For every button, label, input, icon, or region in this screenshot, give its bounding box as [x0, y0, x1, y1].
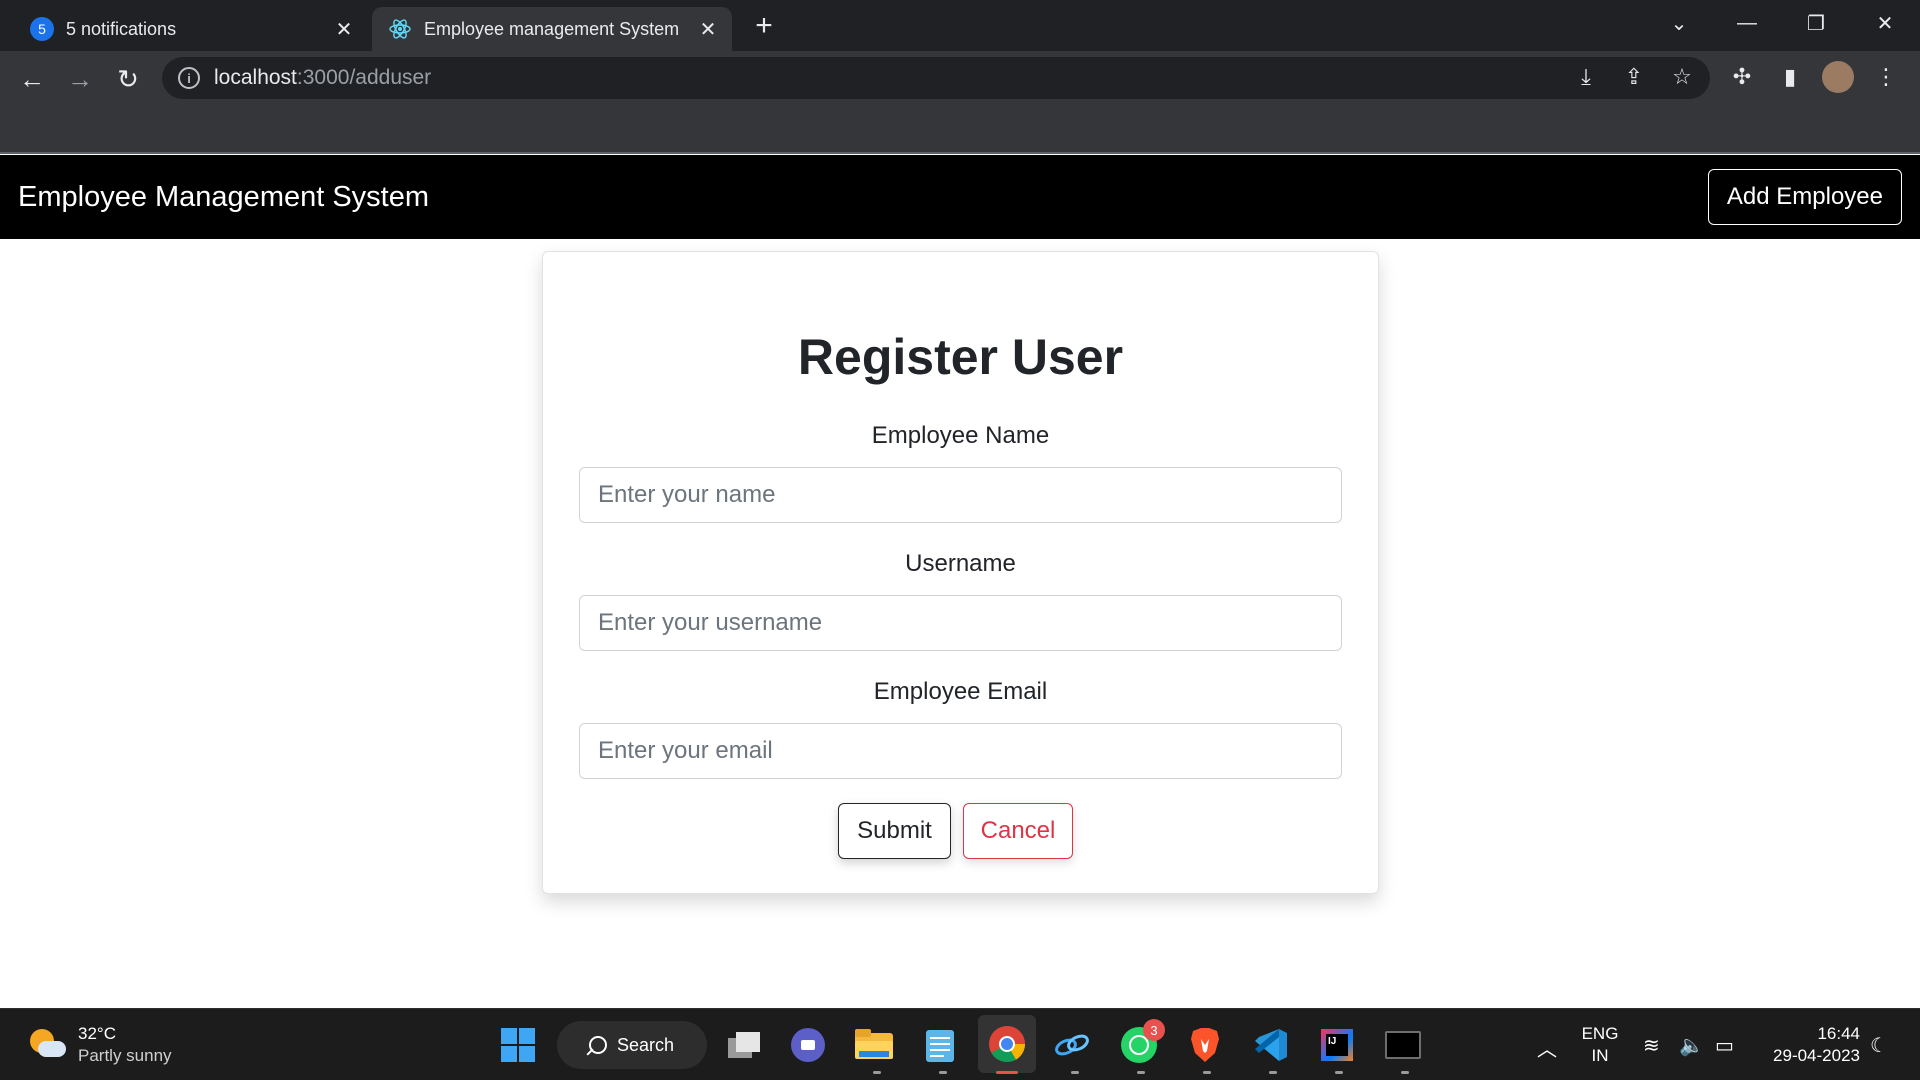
tab-label: 5 notifications — [66, 18, 177, 39]
tab-employee-management[interactable]: Employee management System ✕ — [372, 7, 732, 51]
intellij-icon[interactable]: IJ — [1315, 1023, 1359, 1067]
window-close-icon[interactable]: ✕ — [1865, 8, 1905, 38]
form-title: Register User — [797, 329, 1124, 385]
site-info-icon[interactable]: i — [178, 67, 200, 89]
active-indicator — [996, 1071, 1018, 1074]
tab-label: Employee management System — [424, 18, 680, 39]
vscode-icon[interactable] — [1249, 1023, 1293, 1067]
username-input[interactable] — [579, 595, 1342, 651]
side-panel-icon[interactable]: ▮ — [1772, 59, 1808, 95]
search-icon — [589, 1036, 607, 1054]
running-indicator — [1401, 1071, 1409, 1074]
whatsapp-icon[interactable]: 3 — [1117, 1019, 1165, 1067]
url-path: :3000/adduser — [296, 66, 432, 89]
register-user-card: Register User Employee Name Username Emp… — [542, 251, 1379, 894]
clock-time: 16:44 — [1817, 1024, 1860, 1043]
address-bar[interactable]: i localhost:3000/adduser — [162, 57, 1710, 99]
reload-icon[interactable]: ↻ — [110, 61, 146, 97]
share-icon[interactable]: ⇪ — [1616, 59, 1652, 95]
profile-avatar[interactable] — [1820, 59, 1856, 95]
employee-email-input[interactable] — [579, 723, 1342, 779]
windows-start-icon[interactable] — [496, 1023, 540, 1067]
close-icon[interactable]: ✕ — [330, 15, 358, 43]
running-indicator — [1269, 1071, 1277, 1074]
terminal-icon[interactable] — [1381, 1023, 1425, 1067]
running-indicator — [1137, 1071, 1145, 1074]
notification-moon-icon[interactable]: ☾ — [1870, 1033, 1888, 1058]
language-code: ENG — [1581, 1024, 1619, 1043]
employee-name-label: Employee Name — [871, 422, 1050, 449]
browser-toolbar: ← → ↻ i localhost:3000/adduser ⤓ ⇪ ☆ ✣ ▮… — [0, 51, 1920, 105]
browser-tab-bar: 5 5 notifications ✕ Employee management … — [0, 0, 1920, 51]
running-indicator — [939, 1071, 947, 1074]
tab-notifications[interactable]: 5 5 notifications ✕ — [18, 7, 368, 51]
volume-icon[interactable]: 🔈 — [1679, 1033, 1704, 1058]
notepad-icon[interactable] — [918, 1023, 962, 1067]
whatsapp-badge: 3 — [1143, 1019, 1165, 1041]
react-icon — [389, 19, 411, 39]
wifi-icon[interactable]: ≋ — [1643, 1033, 1660, 1058]
chrome-icon[interactable] — [978, 1015, 1036, 1073]
add-employee-button[interactable]: Add Employee — [1707, 169, 1902, 225]
running-indicator — [873, 1071, 881, 1074]
teams-chat-icon[interactable] — [786, 1023, 830, 1067]
back-arrow-icon[interactable]: ← — [14, 61, 50, 97]
forward-arrow-icon[interactable]: → — [62, 61, 98, 97]
minimize-icon[interactable]: — — [1727, 8, 1767, 38]
username-label: Username — [905, 550, 1016, 577]
bookmarks-bar — [0, 105, 1920, 154]
battery-icon[interactable]: ▭ — [1715, 1033, 1734, 1058]
new-tab-button[interactable]: + — [748, 9, 780, 42]
employee-email-label: Employee Email — [873, 678, 1048, 705]
install-app-icon[interactable]: ⤓ — [1568, 59, 1604, 95]
employee-name-input[interactable] — [579, 467, 1342, 523]
extensions-puzzle-icon[interactable]: ✣ — [1724, 59, 1760, 95]
clock[interactable]: 16:44 29-04-2023 — [1760, 1023, 1860, 1067]
app-brand[interactable]: Employee Management System — [18, 181, 429, 214]
notification-badge: 5 — [30, 17, 54, 41]
task-view-icon[interactable] — [722, 1023, 766, 1067]
url-host: localhost — [214, 66, 297, 89]
browser-menu-icon[interactable]: ⋮ — [1868, 59, 1904, 95]
clock-date: 29-04-2023 — [1773, 1046, 1860, 1065]
running-indicator — [1203, 1071, 1211, 1074]
running-indicator — [1335, 1071, 1343, 1074]
submit-button[interactable]: Submit — [838, 803, 951, 859]
link-app-icon[interactable] — [1050, 1023, 1094, 1067]
brave-browser-icon[interactable] — [1183, 1023, 1227, 1067]
taskbar-search[interactable]: Search — [557, 1021, 707, 1069]
bookmark-star-icon[interactable]: ☆ — [1664, 59, 1700, 95]
windows-taskbar: 32°C Partly sunny Search 3 IJ ︿ ENG IN ≋… — [0, 1008, 1920, 1080]
close-icon[interactable]: ✕ — [694, 15, 722, 43]
language-indicator[interactable]: ENG IN — [1578, 1023, 1622, 1067]
weather-temp: 32°C — [78, 1024, 116, 1043]
weather-condition: Partly sunny — [78, 1046, 172, 1065]
cancel-button[interactable]: Cancel — [963, 803, 1073, 859]
partly-sunny-icon — [26, 1025, 66, 1065]
language-region: IN — [1591, 1046, 1609, 1065]
restore-icon[interactable]: ❐ — [1796, 8, 1836, 38]
file-explorer-icon[interactable] — [852, 1023, 896, 1067]
taskbar-search-label: Search — [617, 1034, 675, 1055]
app-navbar: Employee Management System Add Employee — [0, 155, 1920, 239]
tab-search-chevron-icon[interactable]: ⌄ — [1659, 8, 1699, 38]
weather-widget[interactable]: 32°C Partly sunny — [26, 1023, 172, 1067]
running-indicator — [1071, 1071, 1079, 1074]
show-hidden-icons-chevron[interactable]: ︿ — [1537, 1033, 1557, 1062]
